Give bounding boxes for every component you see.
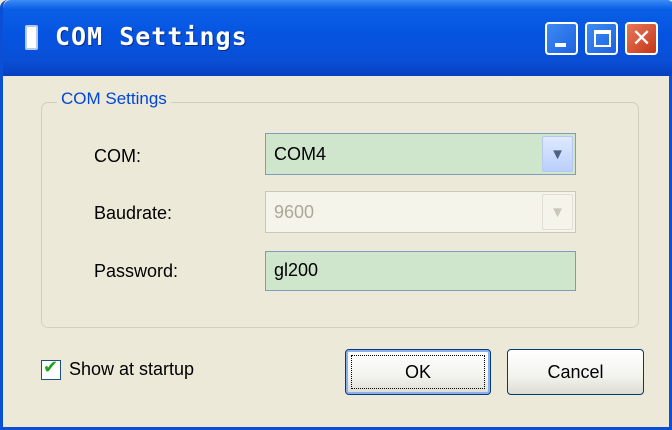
minimize-icon (555, 43, 566, 47)
title-bar[interactable]: COM Settings ✕ (3, 0, 672, 76)
com-select-value: COM4 (274, 144, 327, 164)
check-icon: ✔ (43, 357, 59, 378)
close-icon: ✕ (631, 24, 652, 52)
minimize-button[interactable] (545, 22, 578, 55)
show-at-startup-label[interactable]: Show at startup (69, 359, 194, 380)
app-icon (25, 25, 38, 50)
maximize-button[interactable] (585, 22, 618, 55)
chevron-down-icon: ▼ (542, 194, 573, 230)
dialog-window: COM Settings ✕ COM Settings COM: COM4 ▼ … (0, 0, 672, 430)
password-label: Password: (94, 261, 179, 281)
baudrate-label: Baudrate: (94, 203, 173, 223)
close-button[interactable]: ✕ (625, 22, 658, 55)
maximize-icon (594, 30, 611, 47)
group-legend: COM Settings (57, 89, 171, 109)
cancel-button[interactable]: Cancel (507, 349, 644, 395)
com-select[interactable]: COM4 ▼ (265, 133, 576, 175)
chevron-down-icon[interactable]: ▼ (542, 136, 573, 172)
ok-button[interactable]: OK (345, 349, 491, 395)
baudrate-select: 9600 ▼ (265, 191, 576, 233)
baudrate-select-value: 9600 (274, 202, 315, 222)
focus-rect (351, 355, 485, 389)
cancel-button-label: Cancel (547, 362, 604, 382)
password-field[interactable]: gl200 (265, 251, 576, 291)
window-title: COM Settings (55, 22, 248, 51)
show-at-startup-checkbox[interactable]: ✔ (41, 357, 61, 380)
com-label: COM: (94, 146, 141, 166)
